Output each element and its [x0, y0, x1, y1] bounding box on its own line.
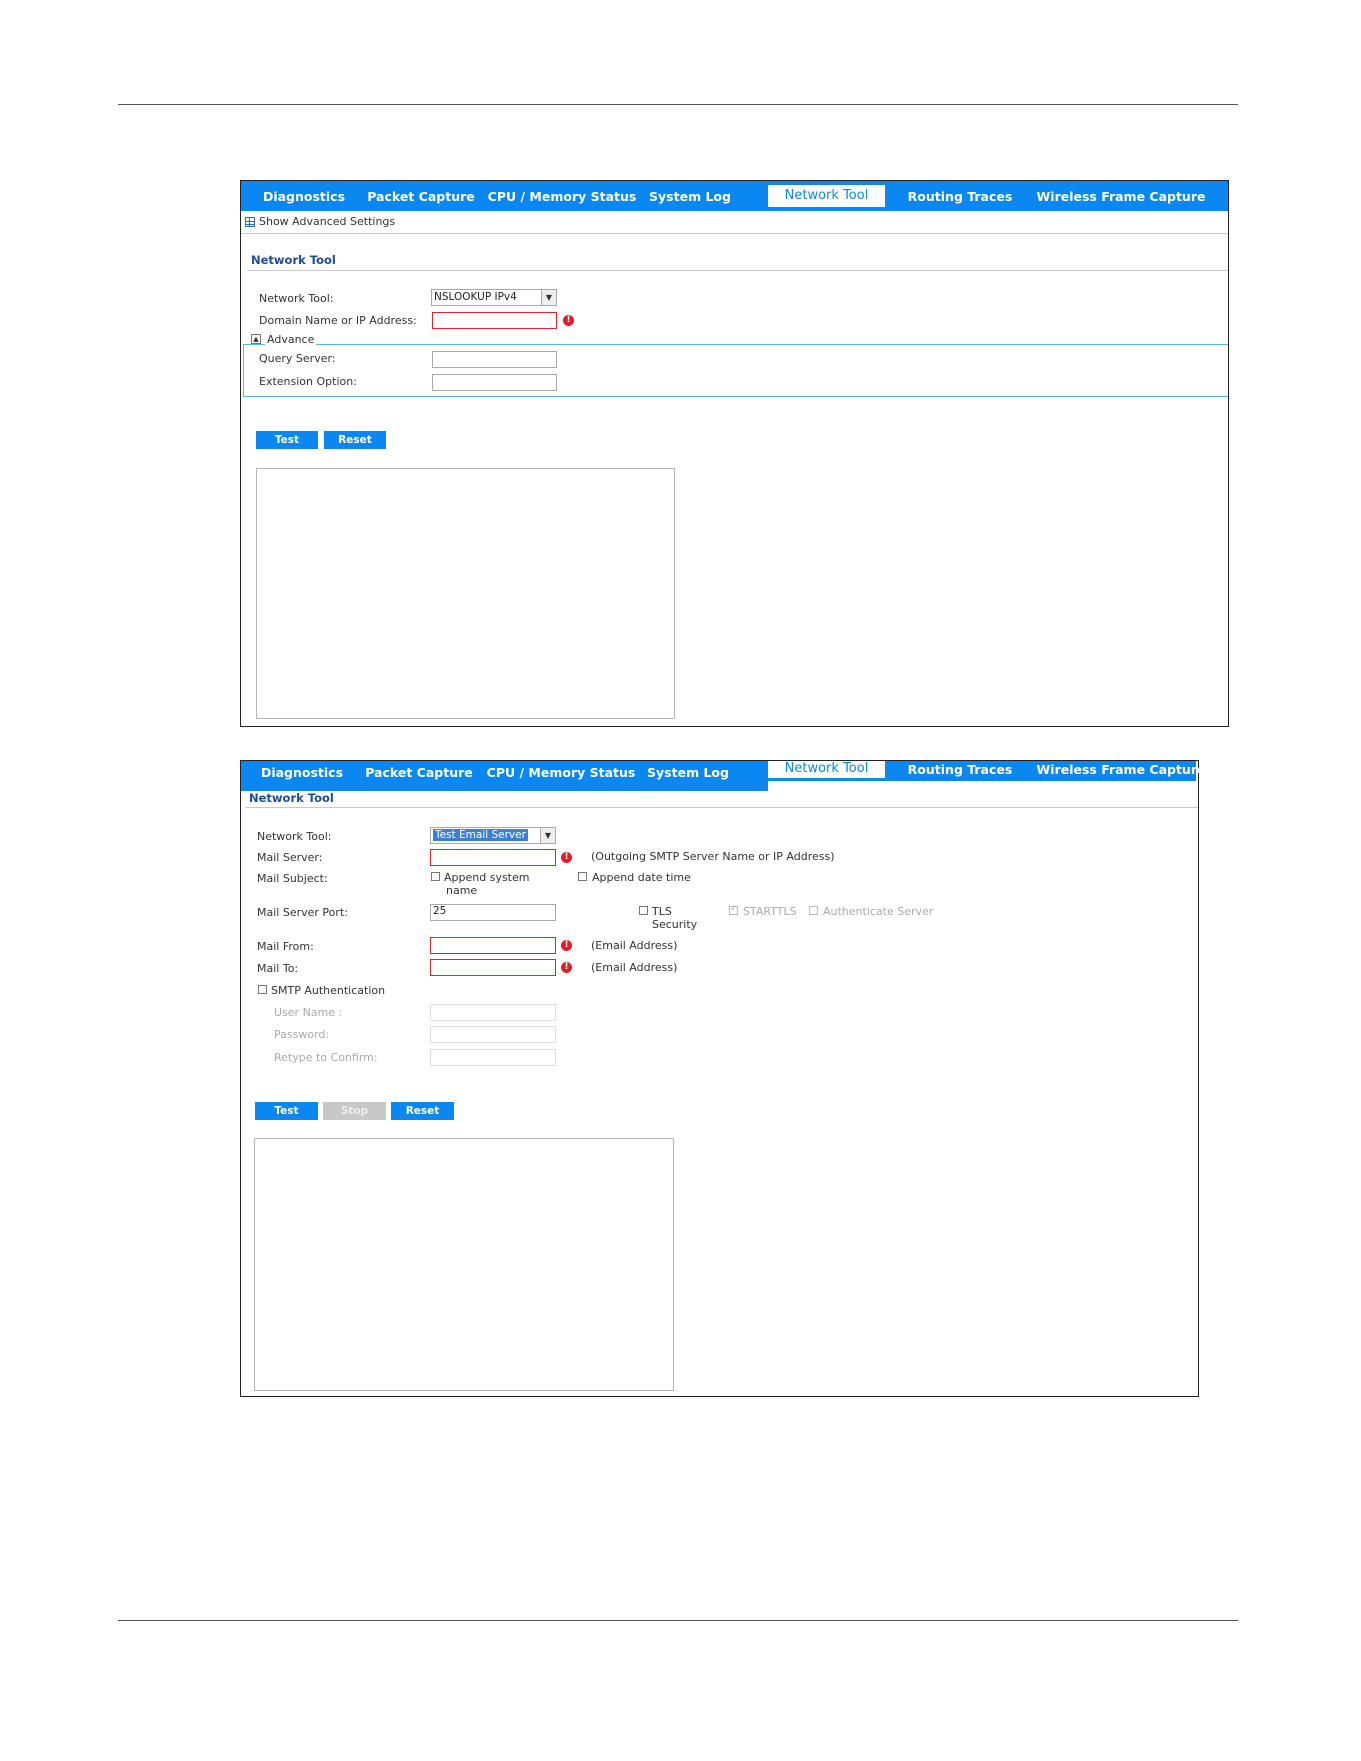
- tab-system-log[interactable]: System Log: [639, 761, 737, 783]
- smtp-authentication-checkbox[interactable]: [258, 985, 267, 994]
- tab-packet-capture[interactable]: Packet Capture: [359, 761, 479, 783]
- tls-security-checkbox[interactable]: [639, 906, 648, 915]
- error-icon: !: [561, 962, 572, 973]
- mail-from-hint: (Email Address): [591, 939, 678, 952]
- mail-from-label: Mail From:: [257, 940, 314, 953]
- error-icon: !: [561, 940, 572, 951]
- reset-button[interactable]: Reset: [391, 1102, 454, 1120]
- tls-security-label: Security: [652, 918, 698, 931]
- append-date-time-checkbox[interactable]: [578, 872, 587, 881]
- error-icon: !: [561, 852, 572, 863]
- query-server-input[interactable]: [432, 351, 557, 368]
- test-button[interactable]: Test: [255, 1102, 318, 1120]
- test-button[interactable]: Test: [256, 431, 318, 449]
- mail-server-port-label: Mail Server Port:: [257, 906, 348, 919]
- domain-name-input[interactable]: [432, 312, 557, 329]
- extension-option-label: Extension Option:: [259, 375, 357, 388]
- show-advanced-settings-link[interactable]: Show Advanced Settings: [259, 215, 395, 228]
- output-area[interactable]: [254, 1138, 674, 1391]
- page-bottom-rule: [118, 1620, 1238, 1621]
- tls-label: TLS: [652, 905, 672, 918]
- mail-to-input[interactable]: [430, 959, 556, 976]
- mail-server-hint: (Outgoing SMTP Server Name or IP Address…: [591, 850, 835, 863]
- network-tool-email-screenshot: Diagnostics Packet Capture CPU / Memory …: [240, 760, 1205, 1397]
- authenticate-server-checkbox[interactable]: [809, 906, 818, 915]
- reset-button[interactable]: Reset: [324, 431, 386, 449]
- divider: [241, 233, 1228, 234]
- starttls-label: STARTTLS: [743, 905, 797, 918]
- advance-legend: Advance: [265, 333, 317, 346]
- tab-network-tool[interactable]: Network Tool: [768, 761, 885, 780]
- query-server-label: Query Server:: [259, 352, 336, 365]
- tab-routing-traces[interactable]: Routing Traces: [901, 181, 1019, 211]
- tab-wireless-frame-capture[interactable]: Wireless Frame Capture: [1021, 761, 1221, 778]
- mail-subject-label: Mail Subject:: [257, 872, 328, 885]
- network-tool-select[interactable]: Test Email Server ▼: [430, 827, 556, 844]
- tab-cpu-memory-status[interactable]: CPU / Memory Status: [487, 181, 637, 211]
- tab-network-tool[interactable]: Network Tool: [768, 185, 885, 207]
- section-title: Network Tool: [249, 791, 334, 805]
- section-title: Network Tool: [251, 253, 336, 267]
- table-icon[interactable]: [245, 217, 255, 227]
- password-input[interactable]: [430, 1026, 556, 1043]
- mail-server-label: Mail Server:: [257, 851, 323, 864]
- append-system-name-label-2: name: [446, 884, 478, 897]
- password-label: Password:: [274, 1028, 330, 1041]
- tab-system-log[interactable]: System Log: [641, 181, 739, 211]
- tab-packet-capture[interactable]: Packet Capture: [361, 181, 481, 211]
- network-tool-selected: Test Email Server: [433, 829, 528, 841]
- user-name-label: User Name :: [274, 1006, 343, 1019]
- append-date-time-label: Append date time: [592, 871, 691, 884]
- mail-server-port-input[interactable]: 25: [430, 904, 556, 921]
- section-divider: [245, 807, 1198, 808]
- domain-name-label: Domain Name or IP Address:: [259, 314, 417, 327]
- network-tool-label: Network Tool:: [257, 830, 332, 843]
- tab-bar: Diagnostics Packet Capture CPU / Memory …: [241, 761, 1205, 783]
- error-icon: !: [563, 315, 574, 326]
- retype-confirm-label: Retype to Confirm:: [274, 1051, 378, 1064]
- mail-to-hint: (Email Address): [591, 961, 678, 974]
- user-name-input[interactable]: [430, 1004, 556, 1021]
- mail-server-input[interactable]: [430, 849, 556, 866]
- append-system-name-checkbox[interactable]: [431, 872, 440, 881]
- page-top-rule: [118, 104, 1238, 105]
- authenticate-server-label: Authenticate Server: [823, 905, 934, 918]
- stop-button[interactable]: Stop: [323, 1102, 386, 1120]
- output-area[interactable]: [256, 468, 675, 719]
- tab-diagnostics[interactable]: Diagnostics: [249, 181, 359, 211]
- mail-from-input[interactable]: [430, 937, 556, 954]
- append-system-name-label: Append system: [444, 871, 530, 884]
- tab-diagnostics[interactable]: Diagnostics: [247, 761, 357, 783]
- network-tool-label: Network Tool:: [259, 292, 334, 305]
- section-divider: [247, 270, 1228, 271]
- network-tool-select[interactable]: NSLOOKUP IPv4 ▼: [431, 289, 557, 306]
- smtp-authentication-label: SMTP Authentication: [271, 984, 386, 997]
- tab-routing-traces[interactable]: Routing Traces: [901, 761, 1019, 778]
- network-tool-nslookup-screenshot: Diagnostics Packet Capture CPU / Memory …: [240, 180, 1229, 727]
- chevron-down-icon[interactable]: ▼: [541, 290, 556, 305]
- advance-fieldset: [243, 344, 1228, 397]
- mail-to-label: Mail To:: [257, 962, 299, 975]
- tab-bar: Diagnostics Packet Capture CPU / Memory …: [241, 181, 1228, 211]
- tab-wireless-frame-capture[interactable]: Wireless Frame Capture: [1021, 181, 1221, 211]
- tab-cpu-memory-status[interactable]: CPU / Memory Status: [486, 761, 636, 783]
- chevron-down-icon[interactable]: ▼: [540, 828, 555, 843]
- retype-confirm-input[interactable]: [430, 1049, 556, 1066]
- tab-bar-extension: [241, 781, 768, 791]
- starttls-checkbox[interactable]: [729, 904, 738, 915]
- collapse-icon[interactable]: ▲: [251, 334, 261, 344]
- network-tool-selected: NSLOOKUP IPv4: [434, 291, 517, 303]
- extension-option-input[interactable]: [432, 374, 557, 391]
